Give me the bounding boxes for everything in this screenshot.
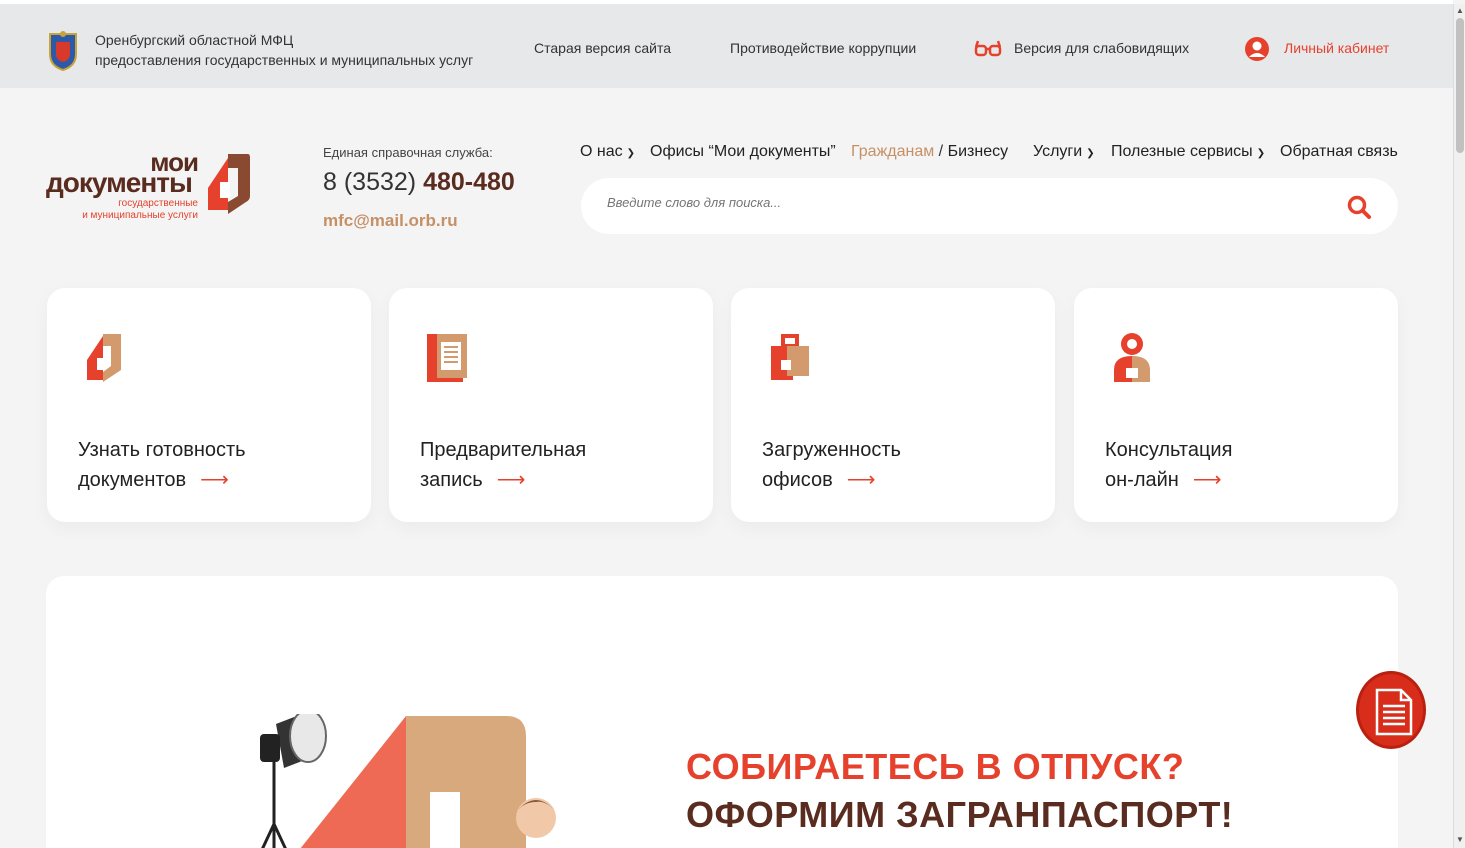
card-title-line1: Консультация — [1105, 439, 1233, 461]
card-title-line2-wrap: офисов ⟶ — [762, 465, 901, 495]
nav-feedback[interactable]: Обратная связь — [1280, 143, 1398, 161]
low-vision-link[interactable]: Версия для слабовидящих — [1014, 40, 1189, 56]
chevron-down-icon: ❯ — [1086, 148, 1095, 159]
glasses-icon[interactable] — [974, 38, 1002, 60]
logo-mark-icon — [208, 154, 250, 214]
logo-line3: государственные — [118, 198, 198, 209]
nav-separator: / — [934, 143, 948, 160]
card-title: Предварительная запись ⟶ — [420, 435, 586, 495]
logo-line2: документы — [46, 167, 193, 198]
card-title-line1: Узнать готовность — [78, 439, 246, 461]
card-consultation[interactable]: Консультация он-лайн ⟶ — [1074, 288, 1398, 522]
promo-banner[interactable]: СОБИРАЕТЕСЬ В ОТПУСК? ОФОРМИМ ЗАГРАНПАСП… — [46, 576, 1398, 848]
nav-services-label: Услуги — [1033, 143, 1083, 160]
arrow-right-icon: ⟶ — [200, 469, 229, 491]
nav-services[interactable]: Услуги ❯ — [1033, 143, 1095, 161]
search-bar — [581, 178, 1398, 234]
logo[interactable]: мои документы государственные и муниципа… — [46, 149, 256, 230]
org-name-line2: предоставления государственных и муницип… — [95, 52, 474, 68]
scroll-up-icon[interactable]: ▲ — [1456, 6, 1464, 15]
consultation-icon — [1114, 333, 1150, 382]
hotline-label: Единая справочная служба: — [323, 145, 493, 160]
user-icon[interactable] — [1244, 36, 1270, 62]
chevron-down-icon: ❯ — [1256, 148, 1266, 159]
nav-offices[interactable]: Офисы “Мои документы” — [650, 143, 836, 161]
card-title-line2-wrap: документов ⟶ — [78, 465, 246, 495]
nav-citizens[interactable]: Гражданам — [851, 143, 934, 160]
card-title: Консультация он-лайн ⟶ — [1105, 435, 1232, 495]
chevron-down-icon: ❯ — [626, 148, 636, 159]
nav-business[interactable]: Бизнесу — [948, 143, 1009, 160]
card-title-line2-wrap: запись ⟶ — [420, 465, 586, 495]
logo-line4: и муниципальные услуги — [82, 210, 198, 221]
nav-useful-label: Полезные сервисы — [1111, 143, 1253, 160]
card-appointment[interactable]: Предварительная запись ⟶ — [389, 288, 713, 522]
card-title-line2: офисов — [762, 469, 833, 491]
logo-subtitle: государственные и муниципальные услуги — [82, 198, 198, 222]
card-title-line2-wrap: он-лайн ⟶ — [1105, 465, 1232, 495]
scroll-down-icon[interactable]: ▼ — [1456, 835, 1464, 844]
card-title-line2: документов — [78, 469, 187, 491]
arrow-right-icon: ⟶ — [1192, 469, 1222, 491]
scrollbar-thumb[interactable] — [1456, 18, 1464, 153]
old-site-link[interactable]: Старая версия сайта — [534, 40, 671, 56]
cabinet-link[interactable]: Личный кабинет — [1284, 40, 1389, 56]
card-document-status[interactable]: Узнать готовность документов ⟶ — [47, 288, 371, 522]
coat-of-arms-icon — [49, 31, 77, 72]
scrollbar[interactable]: ▲ ▼ — [1453, 4, 1465, 848]
document-icon — [1375, 688, 1413, 736]
appointment-icon — [427, 334, 467, 382]
nav-useful[interactable]: Полезные сервисы ❯ — [1111, 143, 1265, 161]
nav-audience: Гражданам / Бизнесу — [851, 143, 1008, 161]
card-title-line1: Предварительная — [420, 439, 587, 461]
arrow-right-icon: ⟶ — [496, 469, 526, 491]
search-input[interactable] — [607, 195, 1307, 210]
phone-prefix: 8 (3532) — [323, 168, 424, 196]
card-title: Узнать готовность документов ⟶ — [78, 435, 246, 495]
arrow-right-icon: ⟶ — [846, 469, 876, 491]
card-office-load[interactable]: Загруженность офисов ⟶ — [731, 288, 1055, 522]
org-name-line1: Оренбургский областной МФЦ — [95, 32, 294, 48]
banner-illustration — [260, 714, 556, 848]
search-icon[interactable] — [1346, 194, 1372, 220]
card-title-line1: Загруженность — [762, 439, 901, 461]
office-load-icon — [771, 334, 809, 380]
card-title-line2: он-лайн — [1105, 469, 1179, 491]
nav-about[interactable]: О нас ❯ — [580, 143, 635, 161]
phone-main: 480-480 — [423, 168, 515, 196]
banner-headline-1: СОБИРАЕТЕСЬ В ОТПУСК? — [686, 746, 1185, 787]
anticorruption-link[interactable]: Противодействие коррупции — [730, 40, 916, 56]
documents-float-button[interactable] — [1356, 671, 1426, 749]
card-title-line2: запись — [420, 469, 483, 491]
document-status-icon — [87, 334, 121, 382]
banner-headline-2: ОФОРМИМ ЗАГРАНПАСПОРТ! — [686, 794, 1234, 835]
phone-number[interactable]: 8 (3532) 480-480 — [323, 168, 515, 197]
email-link[interactable]: mfc@mail.orb.ru — [323, 211, 458, 231]
nav-about-label: О нас — [580, 143, 623, 160]
card-title: Загруженность офисов ⟶ — [762, 435, 901, 495]
org-name: Оренбургский областной МФЦ предоставлени… — [95, 30, 473, 70]
top-bar: Оренбургский областной МФЦ предоставлени… — [0, 0, 1453, 88]
